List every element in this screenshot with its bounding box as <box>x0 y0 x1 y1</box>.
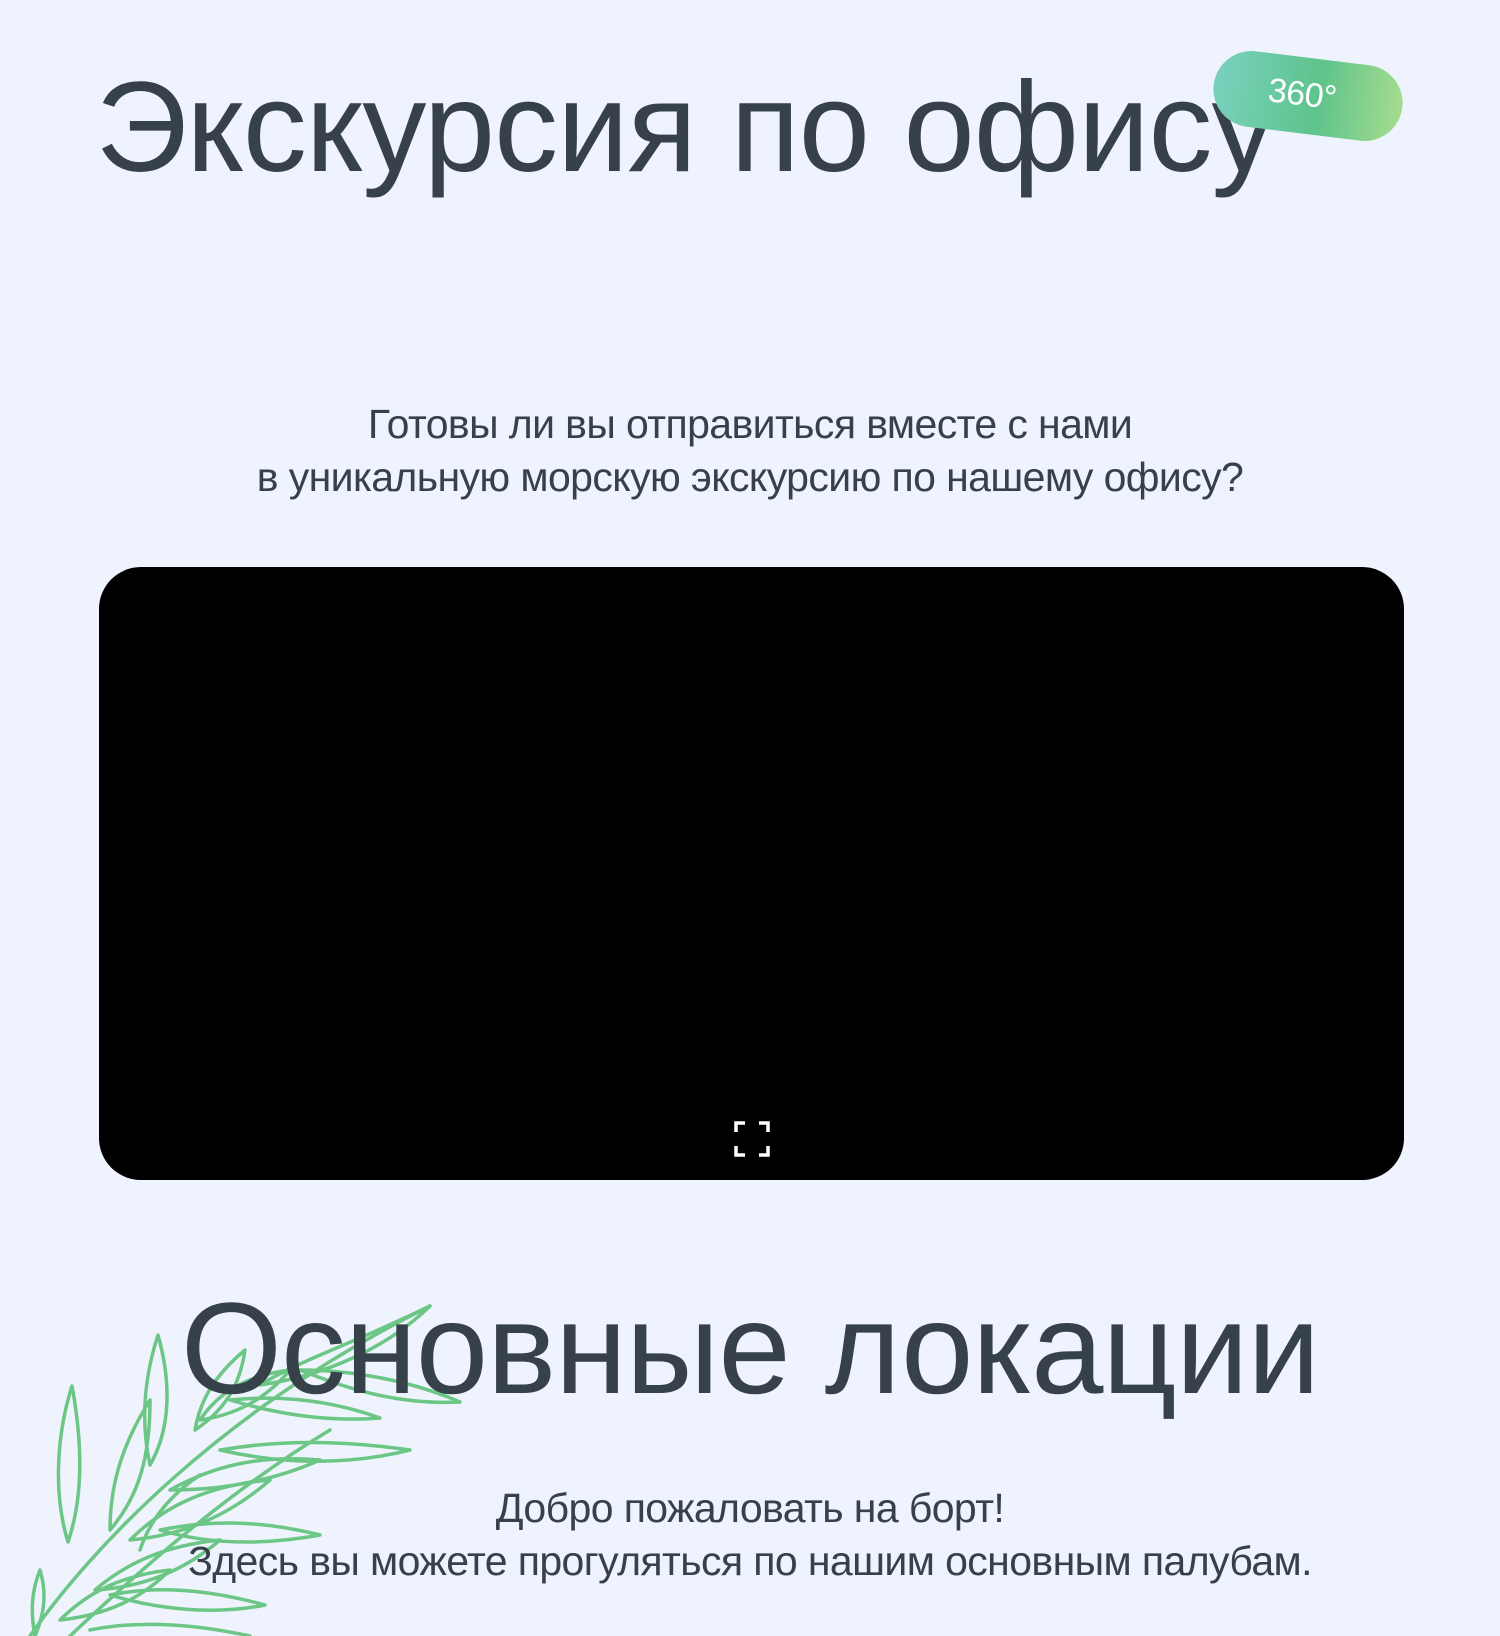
fullscreen-button[interactable] <box>732 1119 772 1159</box>
locations-description: Добро пожаловать на борт! Здесь вы может… <box>0 1482 1500 1588</box>
badge-360-label: 360° <box>1265 70 1339 117</box>
page-title: Экскурсия по офису <box>95 56 1275 199</box>
fullscreen-icon <box>734 1121 770 1157</box>
intro-text: Готовы ли вы отправиться вместе с нами в… <box>0 398 1500 504</box>
intro-line-2: в уникальную морскую экскурсию по нашему… <box>256 454 1244 500</box>
locations-line-1: Добро пожаловать на борт! <box>495 1485 1005 1531</box>
tour-360-player[interactable] <box>99 567 1404 1180</box>
locations-line-2: Здесь вы можете прогуляться по нашим осн… <box>188 1538 1312 1584</box>
section-title-locations: Основные локации <box>180 1275 1320 1421</box>
intro-line-1: Готовы ли вы отправиться вместе с нами <box>367 401 1133 447</box>
